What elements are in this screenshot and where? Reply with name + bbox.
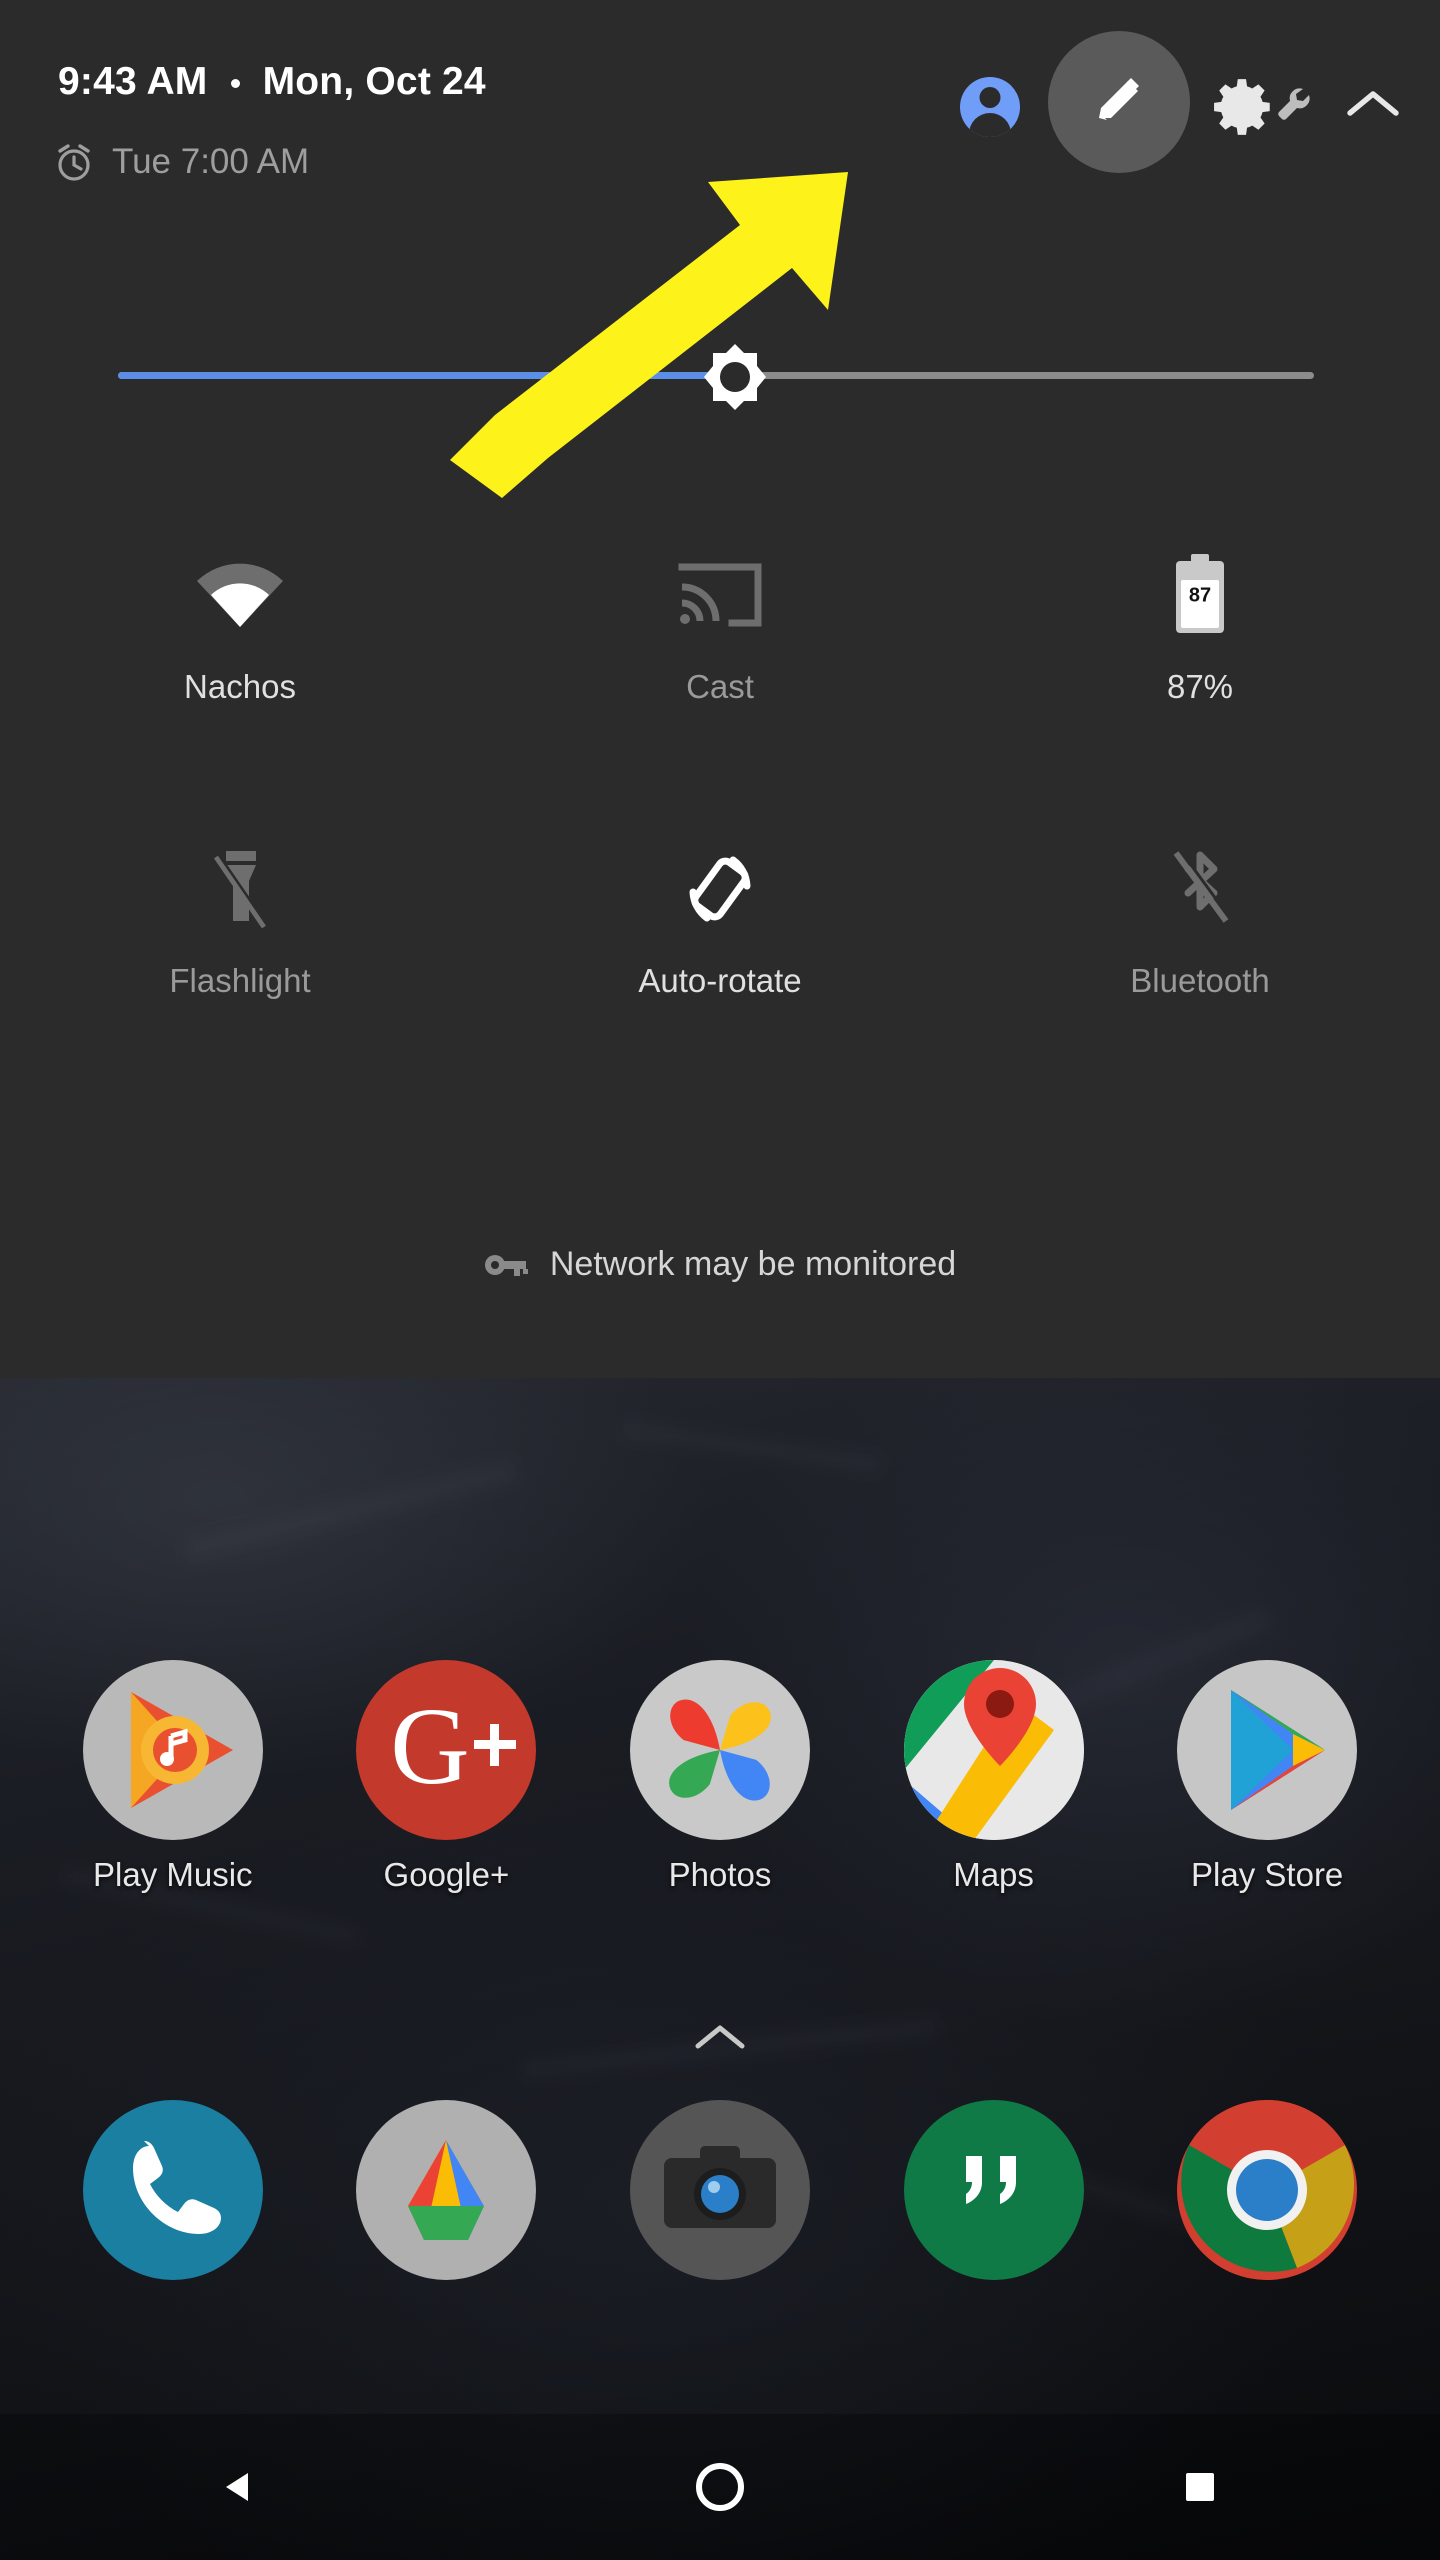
app-label: Photos	[668, 1856, 772, 1893]
nav-recents-button[interactable]	[960, 2465, 1440, 2509]
app-google-plus[interactable]: G Google+	[310, 1660, 584, 1894]
dock-chrome[interactable]	[1130, 2100, 1404, 2280]
clock-date: Mon, Oct 24	[262, 60, 486, 103]
app-play-store[interactable]: Play Store	[1130, 1660, 1404, 1894]
camera-icon	[629, 2100, 810, 2280]
dock-row	[0, 2100, 1440, 2280]
flashlight-off-icon	[202, 834, 278, 944]
dock-phone[interactable]	[36, 2100, 310, 2280]
dock-camera[interactable]	[583, 2100, 857, 2280]
quick-settings-panel: 9:43 AM Mon, Oct 24 Tue 7:00 AM Nachos C…	[0, 0, 1440, 1378]
tile-auto-rotate[interactable]: Auto-rotate	[480, 834, 960, 1000]
app-maps[interactable]: Maps	[857, 1660, 1131, 1894]
chevron-up-icon	[1347, 90, 1399, 116]
app-photos[interactable]: Photos	[583, 1660, 857, 1894]
tile-cast[interactable]: Cast	[480, 540, 960, 706]
app-play-music[interactable]: Play Music	[36, 1660, 310, 1894]
status-clock-date: 9:43 AM Mon, Oct 24	[58, 60, 486, 104]
photos-icon	[629, 1660, 810, 1840]
collapse-panel-button[interactable]	[1344, 86, 1402, 129]
tile-flashlight[interactable]: Flashlight	[0, 834, 480, 1000]
tile-label: Flashlight	[169, 962, 311, 999]
tile-row-2: Flashlight Auto-rotate Bluetooth	[0, 834, 1440, 1000]
alarm-text: Tue 7:00 AM	[112, 142, 310, 181]
app-label: Google+	[383, 1856, 510, 1893]
play-music-icon	[82, 1660, 263, 1840]
edit-tiles-button[interactable]	[1048, 31, 1190, 173]
app-label: Maps	[953, 1856, 1034, 1893]
svg-text:G: G	[391, 1685, 470, 1807]
phone-icon	[82, 2100, 263, 2280]
android-screen: Play Music G Google+ Photos Maps Play St…	[0, 0, 1440, 2560]
quick-settings-header: 9:43 AM Mon, Oct 24 Tue 7:00 AM	[0, 0, 1440, 210]
home-circle-icon	[696, 2463, 744, 2511]
network-monitored-notice[interactable]: Network may be monitored	[0, 1245, 1440, 1284]
nav-back-button[interactable]	[0, 2463, 480, 2511]
hangouts-icon	[903, 2100, 1084, 2280]
bluetooth-off-icon	[1164, 834, 1236, 944]
settings-button[interactable]	[1212, 74, 1314, 140]
brightness-thumb[interactable]	[700, 342, 770, 412]
alarm-row: Tue 7:00 AM	[52, 140, 309, 184]
dock-hangouts[interactable]	[857, 2100, 1131, 2280]
tile-label: Auto-rotate	[638, 962, 802, 999]
dock	[0, 2100, 1440, 2280]
cast-icon	[676, 540, 764, 650]
alarm-clock-icon	[58, 144, 90, 181]
tile-bluetooth[interactable]: Bluetooth	[960, 834, 1440, 1000]
battery-icon: 87	[1172, 540, 1228, 650]
auto-rotate-icon	[675, 834, 765, 944]
tile-label: Bluetooth	[1130, 962, 1270, 999]
separator-dot	[230, 79, 240, 89]
dock-drive[interactable]	[310, 2100, 584, 2280]
tile-label: 87%	[1166, 668, 1234, 705]
chevron-up-icon	[695, 2025, 745, 2049]
google-plus-icon: G	[356, 1660, 537, 1840]
all-apps-button[interactable]	[0, 2020, 1440, 2056]
drive-icon	[356, 2100, 537, 2280]
app-row-1: Play Music G Google+ Photos Maps Play St…	[0, 1660, 1440, 1894]
tile-label: Nachos	[184, 668, 296, 705]
navigation-bar	[0, 2414, 1440, 2560]
user-avatar[interactable]	[960, 77, 1020, 137]
header-actions	[960, 31, 1406, 178]
settings-gear-icon	[1214, 79, 1270, 135]
quick-settings-tiles: Nachos Cast 87 87% Flashlight Auto-rotat…	[0, 540, 1440, 1000]
play-store-icon	[1177, 1660, 1358, 1840]
tile-row-1: Nachos Cast 87 87%	[0, 540, 1440, 706]
edit-pencil-icon	[1099, 78, 1139, 120]
back-triangle-icon	[226, 2473, 248, 2501]
clock-time: 9:43 AM	[58, 60, 208, 103]
nav-home-button[interactable]	[480, 2459, 960, 2515]
tile-wifi[interactable]: Nachos	[0, 540, 480, 706]
app-label: Play Store	[1191, 1856, 1344, 1893]
app-label: Play Music	[93, 1856, 253, 1893]
wifi-icon	[192, 540, 288, 650]
brightness-sun-icon	[704, 344, 766, 410]
tile-battery[interactable]: 87 87%	[960, 540, 1440, 706]
wrench-icon	[1278, 88, 1310, 120]
wallpaper	[0, 1378, 1440, 2560]
brightness-slider[interactable]	[0, 330, 1440, 420]
key-icon	[484, 1254, 528, 1276]
brightness-fill	[118, 372, 728, 379]
maps-icon	[903, 1660, 1084, 1840]
network-monitored-text: Network may be monitored	[549, 1245, 957, 1283]
battery-level-text: 87	[1188, 584, 1212, 607]
recents-square-icon	[1186, 2473, 1214, 2501]
chrome-icon	[1177, 2100, 1358, 2280]
app-grid: Play Music G Google+ Photos Maps Play St…	[0, 1660, 1440, 1894]
tile-label: Cast	[686, 668, 754, 705]
